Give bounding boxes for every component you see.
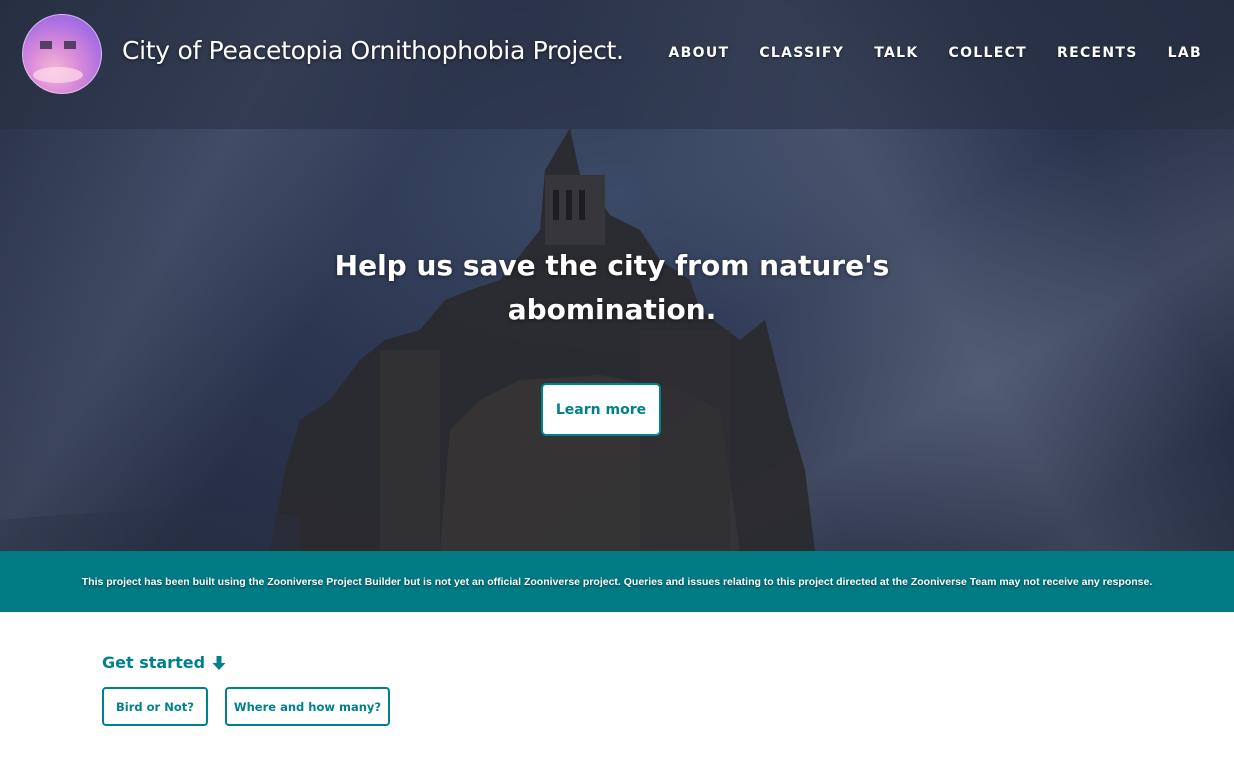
avatar-glow <box>33 67 83 83</box>
avatar-eye-left <box>40 41 52 49</box>
avatar-eye-right <box>64 41 76 49</box>
disclaimer-text: This project has been built using the Zo… <box>81 575 1153 588</box>
project-title[interactable]: City of Peacetopia Ornithophobia Project… <box>122 36 624 65</box>
get-started-label: Get started <box>102 653 206 672</box>
arrow-down-icon <box>212 655 226 670</box>
project-avatar-icon[interactable] <box>22 14 102 94</box>
top-navigation-bar: City of Peacetopia Ornithophobia Project… <box>0 0 1234 129</box>
learn-more-button[interactable]: Learn more <box>541 383 661 436</box>
nav-recents[interactable]: RECENTS <box>1057 45 1138 61</box>
nav-lab[interactable]: LAB <box>1168 45 1202 61</box>
nav-talk[interactable]: TALK <box>874 45 918 61</box>
get-started-heading: Get started <box>102 653 227 672</box>
nav-about[interactable]: ABOUT <box>669 45 730 61</box>
builder-disclaimer-banner: This project has been built using the Zo… <box>0 551 1234 612</box>
main-nav: ABOUT CLASSIFY TALK COLLECT RECENTS LAB <box>669 45 1202 61</box>
workflow-bird-or-not-button[interactable]: Bird or Not? <box>102 687 208 726</box>
hero-headline: Help us save the city from nature's abom… <box>334 249 890 326</box>
nav-classify[interactable]: CLASSIFY <box>759 45 844 61</box>
hero-section: City of Peacetopia Ornithophobia Project… <box>0 0 1234 551</box>
workflow-where-how-many-button[interactable]: Where and how many? <box>225 687 390 726</box>
nav-collect[interactable]: COLLECT <box>949 45 1028 61</box>
